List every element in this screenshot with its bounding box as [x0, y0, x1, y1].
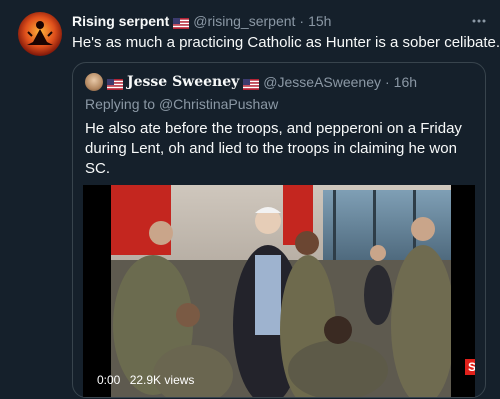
tweet-text: He's as much a practicing Catholic as Hu…	[72, 34, 500, 51]
separator-dot: ·	[299, 13, 305, 29]
video-view-count: 22.9K views	[129, 373, 195, 387]
reply-mention-link[interactable]: @ChristinaPushaw	[159, 96, 278, 112]
meditating-figure-icon	[27, 21, 53, 45]
quoted-handle[interactable]: @JesseASweeney	[263, 74, 381, 90]
handle[interactable]: @rising_serpent	[193, 13, 295, 29]
tweet-header: Rising serpent @rising_serpent · 15h	[72, 12, 331, 30]
quoted-tweet-text: He also ate before the troops, and peppe…	[85, 120, 462, 177]
us-flag-icon	[173, 16, 190, 29]
quoted-user-avatar[interactable]	[85, 73, 103, 91]
more-horizontal-icon[interactable]	[470, 12, 488, 30]
video-time-and-views: 0:00 22.9K views	[97, 373, 194, 387]
us-flag-icon	[107, 77, 123, 90]
us-flag-icon	[243, 77, 260, 90]
tweet-card[interactable]: Rising serpent @rising_serpent · 15h He'…	[0, 0, 500, 399]
replying-to-line: Replying to @ChristinaPushaw	[85, 96, 278, 112]
timestamp[interactable]: 15h	[308, 13, 331, 29]
display-name[interactable]: Rising serpent	[72, 13, 169, 29]
video-thumbnail	[83, 185, 475, 397]
brand-logo-icon: S	[465, 359, 475, 375]
video-timestamp: 0:00	[97, 373, 121, 387]
quoted-tweet[interactable]: Jesse Sweeney @JesseASweeney · 16h Reply…	[72, 62, 486, 398]
replying-to-label: Replying to	[85, 96, 156, 112]
quoted-display-name[interactable]: Jesse Sweeney	[127, 74, 239, 90]
separator-dot: ·	[385, 74, 390, 90]
video-player[interactable]: 0:00 22.9K views S ‹	[83, 185, 475, 397]
quoted-tweet-header: Jesse Sweeney @JesseASweeney · 16h	[107, 73, 417, 91]
user-avatar[interactable]	[18, 12, 62, 56]
quoted-timestamp[interactable]: 16h	[394, 74, 417, 90]
